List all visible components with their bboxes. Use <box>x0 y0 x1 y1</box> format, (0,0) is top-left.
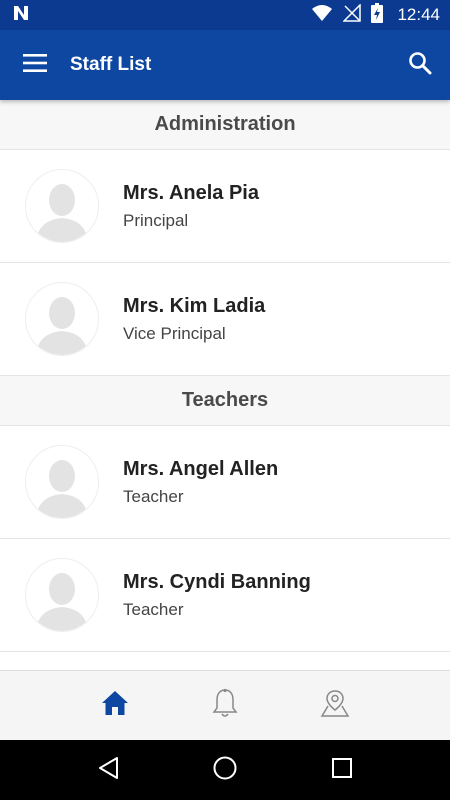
avatar <box>25 169 99 243</box>
back-button[interactable] <box>78 740 138 800</box>
avatar <box>25 445 99 519</box>
bell-icon <box>212 688 238 723</box>
app-bar: Staff List <box>0 30 450 100</box>
wifi-icon <box>311 4 333 27</box>
back-icon <box>97 756 119 785</box>
nav-map[interactable] <box>305 676 365 736</box>
status-bar: 12:44 <box>0 0 450 30</box>
n-logo-icon <box>12 4 30 27</box>
staff-name: Mrs. Kim Ladia <box>123 294 266 317</box>
avatar <box>25 558 99 632</box>
staff-role: Principal <box>123 210 189 230</box>
page-title: Staff List <box>70 54 152 75</box>
section-header-administration: Administration <box>0 100 450 150</box>
staff-name: Mrs. Angel Allen <box>123 457 279 480</box>
home-icon <box>101 690 129 721</box>
menu-button[interactable] <box>0 30 70 100</box>
avatar <box>25 282 99 356</box>
status-time: 12:44 <box>397 5 440 24</box>
map-pin-icon <box>320 688 350 723</box>
no-signal-icon <box>342 2 362 27</box>
staff-name: Mrs. Cyndi Banning <box>123 570 311 593</box>
staff-role: Teacher <box>123 599 184 619</box>
battery-charging-icon <box>371 2 384 28</box>
nav-notifications[interactable] <box>195 676 255 736</box>
staff-row[interactable]: Mrs. Cyndi Banning Teacher <box>0 539 450 652</box>
staff-list[interactable]: Administration Mrs. Anela Pia Principal … <box>0 100 450 670</box>
recents-button[interactable] <box>312 740 372 800</box>
search-icon <box>408 51 432 80</box>
section-header-teachers: Teachers <box>0 376 450 426</box>
home-system-button[interactable] <box>195 740 255 800</box>
search-button[interactable] <box>390 30 450 100</box>
staff-row[interactable]: Mrs. Angel Allen Teacher <box>0 426 450 539</box>
staff-role: Teacher <box>123 486 184 506</box>
person-placeholder-icon <box>36 184 88 242</box>
person-placeholder-icon <box>36 573 88 631</box>
hamburger-menu-icon <box>23 53 47 77</box>
staff-row[interactable]: Mrs. Kim Ladia Vice Principal <box>0 263 450 376</box>
home-circle-icon <box>212 755 238 786</box>
staff-role: Vice Principal <box>123 323 226 343</box>
staff-name: Mrs. Anela Pia <box>123 181 259 204</box>
recents-icon <box>331 757 353 784</box>
person-placeholder-icon <box>36 297 88 355</box>
nav-home[interactable] <box>85 676 145 736</box>
system-nav-bar <box>0 740 450 800</box>
bottom-nav <box>0 670 450 740</box>
staff-row-partial[interactable] <box>0 652 450 670</box>
staff-row[interactable]: Mrs. Anela Pia Principal <box>0 150 450 263</box>
person-placeholder-icon <box>36 460 88 518</box>
